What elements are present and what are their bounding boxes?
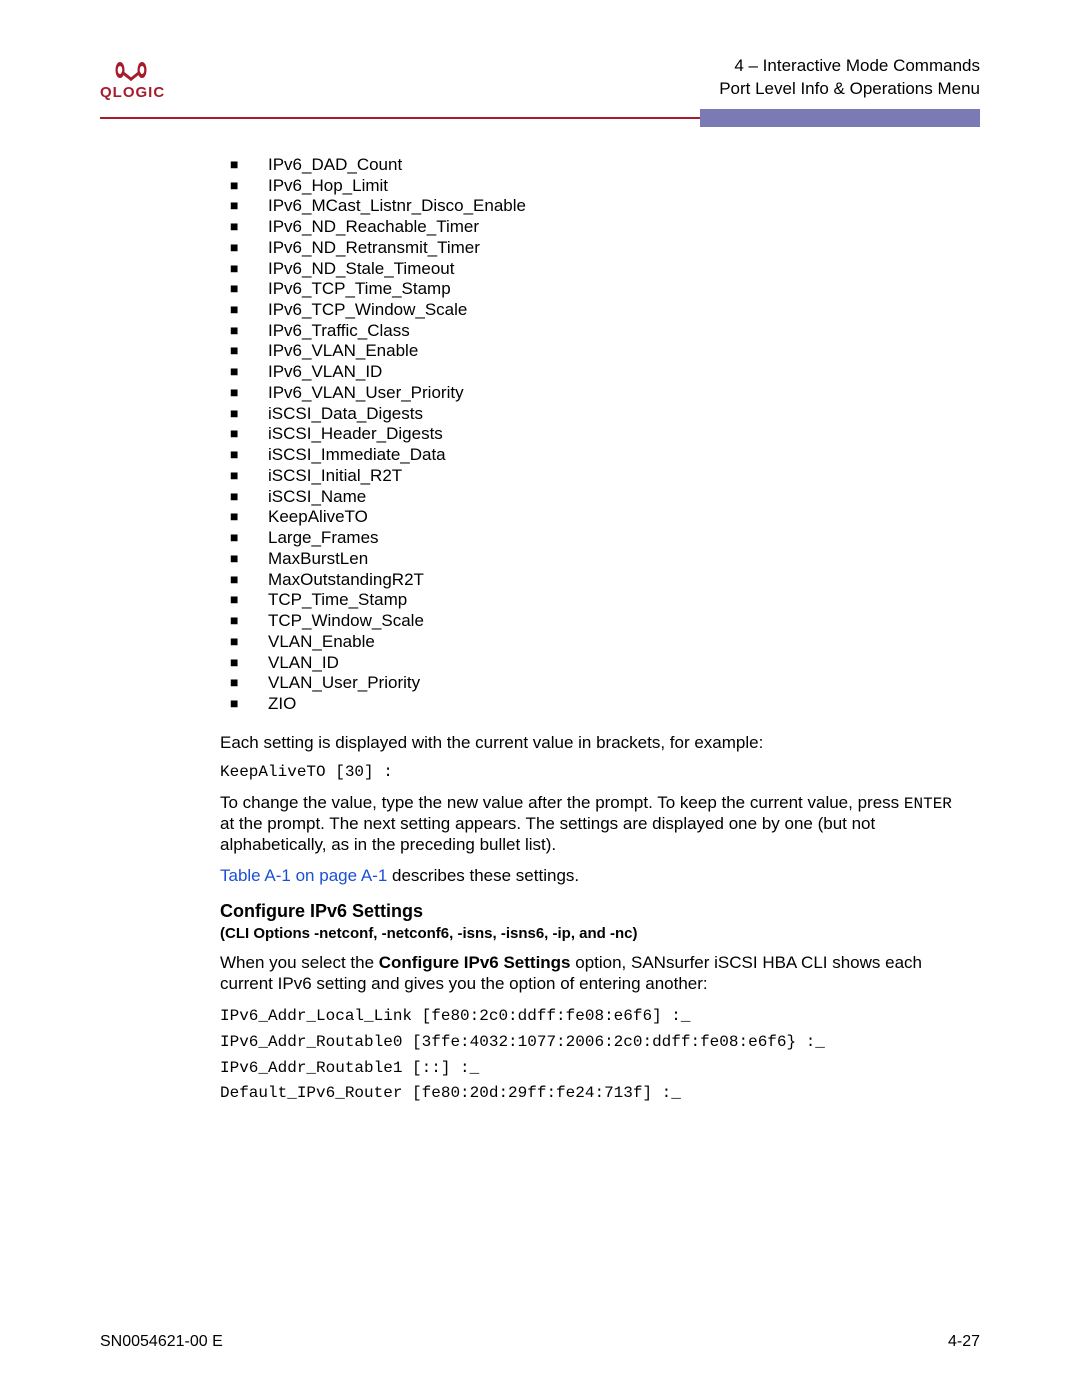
list-item: IPv6_VLAN_User_Priority [230, 383, 960, 404]
list-item: IPv6_Hop_Limit [230, 176, 960, 197]
ipv6-intro-para: When you select the Configure IPv6 Setti… [220, 953, 960, 994]
list-item: IPv6_ND_Stale_Timeout [230, 259, 960, 280]
footer-doc-id: SN0054621-00 E [100, 1333, 223, 1351]
list-item: iSCSI_Data_Digests [230, 404, 960, 425]
list-item: MaxOutstandingR2T [230, 570, 960, 591]
list-item: iSCSI_Name [230, 487, 960, 508]
qlogic-logo-icon [110, 58, 156, 82]
list-item: IPv6_VLAN_Enable [230, 341, 960, 362]
list-item: IPv6_TCP_Time_Stamp [230, 279, 960, 300]
ipv6-option-bold: Configure IPv6 Settings [379, 953, 571, 972]
list-item: iSCSI_Immediate_Data [230, 445, 960, 466]
header-rule [100, 109, 980, 127]
list-item: ZIO [230, 694, 960, 715]
list-item: VLAN_User_Priority [230, 673, 960, 694]
list-item: IPv6_TCP_Window_Scale [230, 300, 960, 321]
list-item: IPv6_DAD_Count [230, 155, 960, 176]
list-item: VLAN_ID [230, 653, 960, 674]
list-item: iSCSI_Initial_R2T [230, 466, 960, 487]
list-item: IPv6_ND_Retransmit_Timer [230, 238, 960, 259]
table-ref-para: Table A-1 on page A-1 describes these se… [220, 866, 960, 887]
section-title-ipv6: Configure IPv6 Settings [220, 901, 960, 923]
header-title-block: 4 – Interactive Mode Commands Port Level… [719, 55, 980, 101]
list-item: VLAN_Enable [230, 632, 960, 653]
section-subtitle-ipv6: (CLI Options -netconf, -netconf6, -isns,… [220, 925, 960, 943]
list-item: TCP_Window_Scale [230, 611, 960, 632]
logo-text: QLOGIC [100, 84, 165, 101]
list-item: TCP_Time_Stamp [230, 590, 960, 611]
page-content: IPv6_DAD_CountIPv6_Hop_LimitIPv6_MCast_L… [220, 155, 960, 1107]
list-item: IPv6_MCast_Listnr_Disco_Enable [230, 196, 960, 217]
list-item: Large_Frames [230, 528, 960, 549]
table-a1-link[interactable]: Table A-1 on page A-1 [220, 866, 387, 885]
parameter-list: IPv6_DAD_CountIPv6_Hop_LimitIPv6_MCast_L… [230, 155, 960, 715]
list-item: IPv6_ND_Reachable_Timer [230, 217, 960, 238]
intro-para: Each setting is displayed with the curre… [220, 733, 960, 754]
example-code-2: IPv6_Addr_Local_Link [fe80:2c0:ddff:fe08… [220, 1004, 960, 1106]
change-value-para: To change the value, type the new value … [220, 793, 960, 856]
page-header: QLOGIC 4 – Interactive Mode Commands Por… [100, 55, 980, 107]
qlogic-logo: QLOGIC [100, 58, 165, 101]
header-line-2: Port Level Info & Operations Menu [719, 78, 980, 101]
list-item: MaxBurstLen [230, 549, 960, 570]
page-footer: SN0054621-00 E 4-27 [100, 1333, 980, 1351]
list-item: KeepAliveTO [230, 507, 960, 528]
enter-key: ENTER [904, 795, 952, 813]
footer-page-num: 4-27 [948, 1333, 980, 1351]
list-item: iSCSI_Header_Digests [230, 424, 960, 445]
example-code-1: KeepAliveTO [30] : [220, 763, 960, 783]
header-line-1: 4 – Interactive Mode Commands [719, 55, 980, 78]
list-item: IPv6_VLAN_ID [230, 362, 960, 383]
list-item: IPv6_Traffic_Class [230, 321, 960, 342]
